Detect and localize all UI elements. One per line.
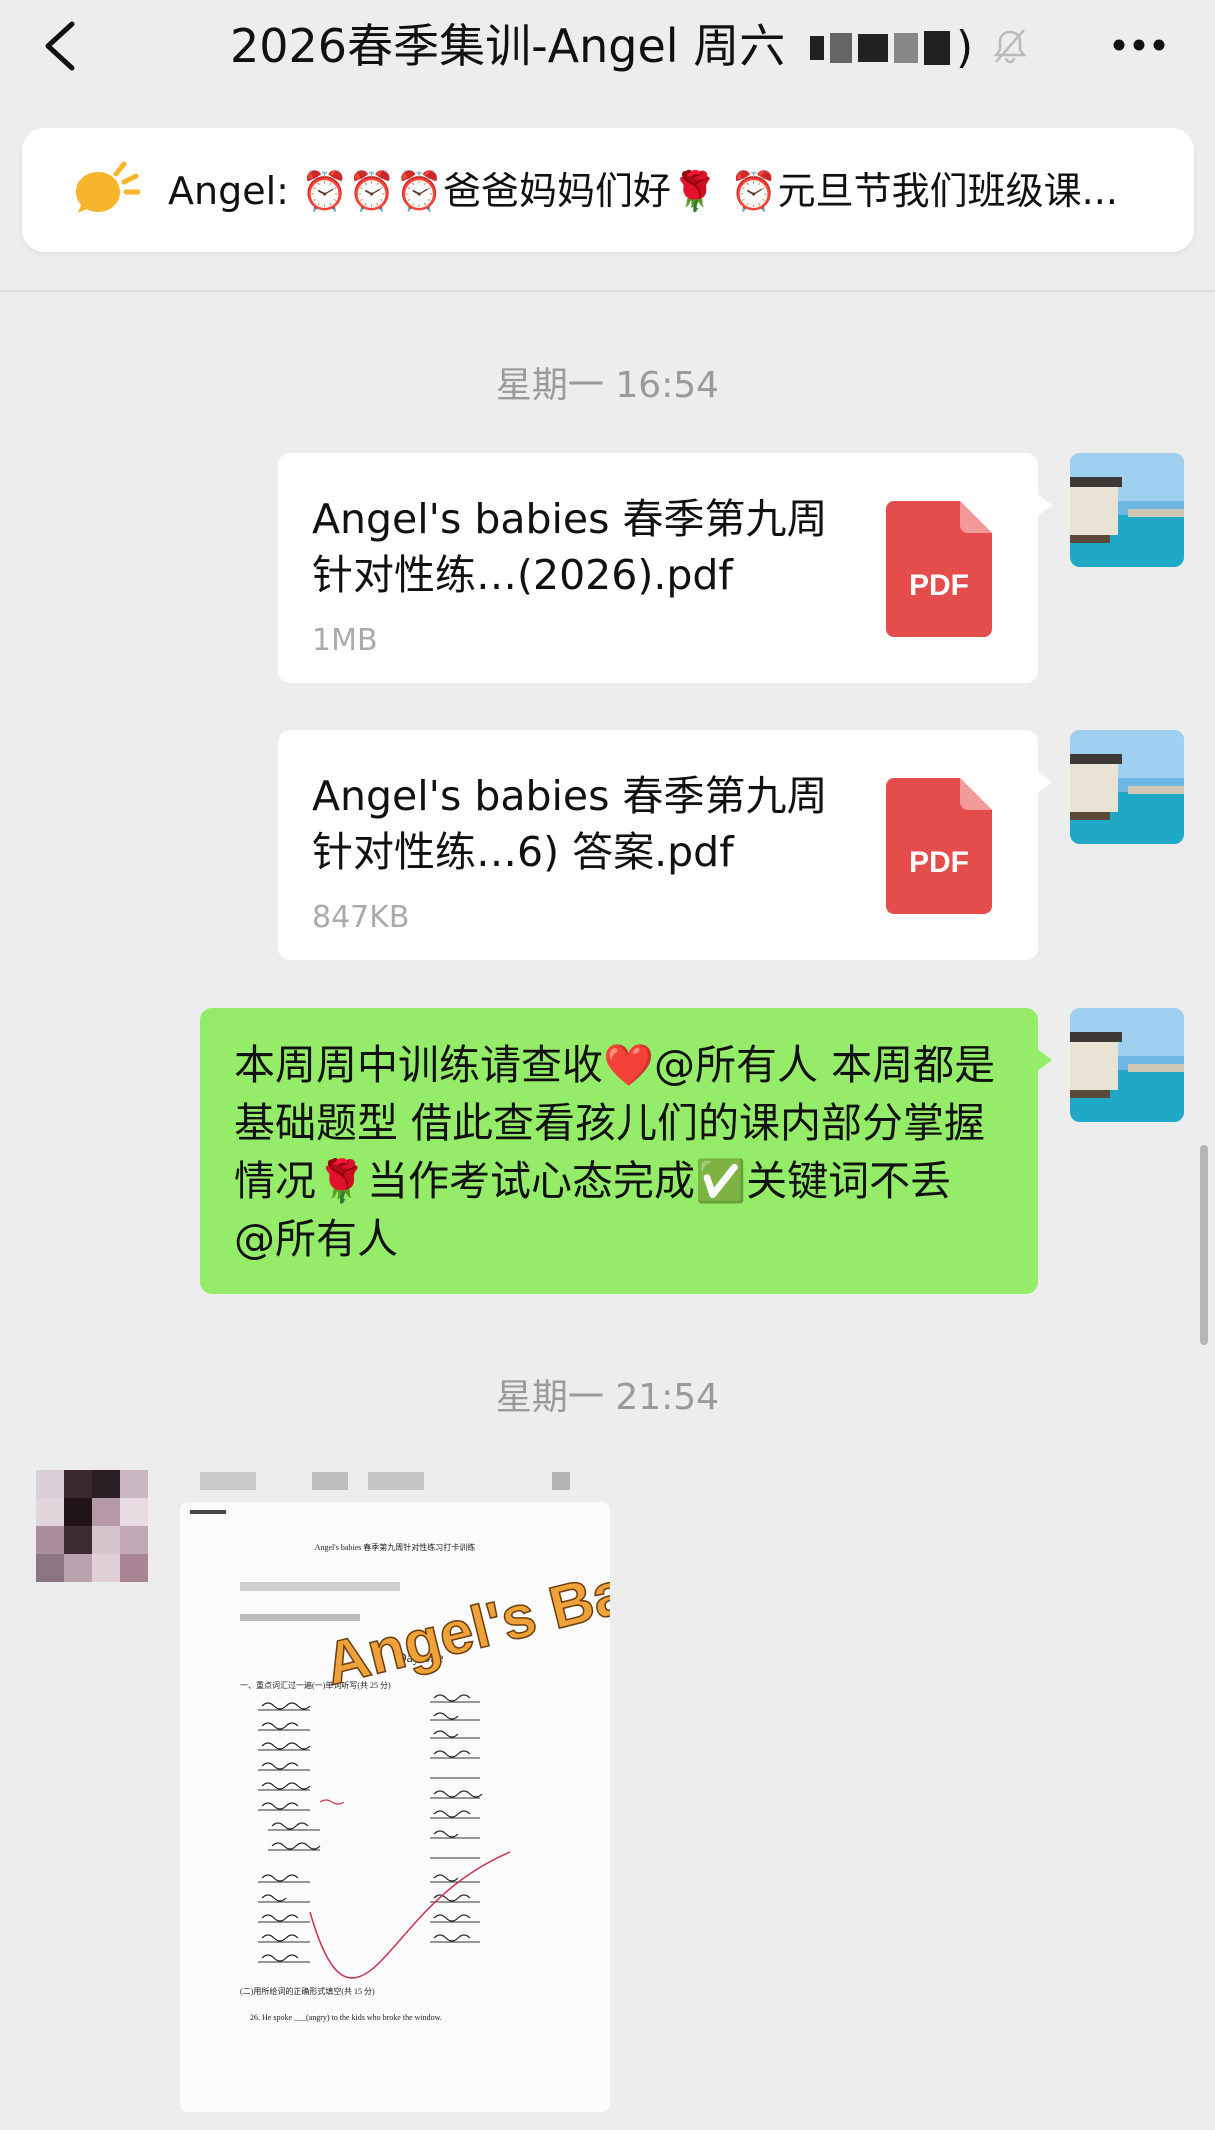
announcement-icon bbox=[76, 161, 141, 213]
file-message[interactable]: Angel's babies 春季第九周针对性练…6) 答案.pdf 847KB… bbox=[278, 730, 1052, 960]
doc-header: Angel's babies 春季第九周针对性练习打卡训练 bbox=[315, 1542, 476, 1552]
avatar-image bbox=[1070, 730, 1184, 844]
pdf-label: PDF bbox=[909, 569, 969, 602]
file-size: 847KB bbox=[312, 900, 410, 935]
avatar[interactable] bbox=[1070, 453, 1184, 567]
sender-name-redacted bbox=[200, 1472, 570, 1490]
image-message[interactable]: Angel's babies 春季第九周针对性练习打卡训练 Day one 一、… bbox=[180, 1502, 610, 2112]
timestamp: 星期一 21:54 bbox=[495, 1377, 720, 1418]
file-name: Angel's babies 春季第九周针对性练…6) 答案.pdf bbox=[312, 772, 828, 876]
title-tail: ) bbox=[956, 22, 974, 73]
pinned-announcement[interactable]: Angel: ⏰⏰⏰爸爸妈妈们好🌹 ⏰元旦节我们班级课... bbox=[22, 128, 1194, 252]
pdf-file-icon: PDF bbox=[886, 501, 992, 637]
pinned-text: Angel: ⏰⏰⏰爸爸妈妈们好🌹 ⏰元旦节我们班级课... bbox=[168, 169, 1118, 213]
header-divider bbox=[0, 290, 1215, 292]
file-size: 1MB bbox=[312, 623, 378, 658]
title-redacted-block: ) bbox=[810, 22, 980, 73]
message-text: 本周周中训练请查收❤️@所有人 本周都是基础题型 借此查看孩儿们的课内部分掌握情… bbox=[234, 1041, 996, 1263]
text-message[interactable]: 本周周中训练请查收❤️@所有人 本周都是基础题型 借此查看孩儿们的课内部分掌握情… bbox=[200, 1008, 1052, 1294]
avatar-image bbox=[1070, 453, 1184, 567]
back-icon[interactable] bbox=[38, 18, 82, 74]
avatar-image bbox=[36, 1470, 148, 1582]
doc-sentence: 26. He spoke ___(angry) to the kids who … bbox=[250, 2013, 442, 2022]
avatar[interactable] bbox=[1070, 730, 1184, 844]
file-name: Angel's babies 春季第九周针对性练…(2026).pdf bbox=[312, 495, 828, 599]
scrollbar[interactable] bbox=[1200, 1145, 1208, 1345]
worksheet-photo: Angel's babies 春季第九周针对性练习打卡训练 Day one 一、… bbox=[180, 1502, 610, 2112]
doc-section-2: (二)用所给词的正确形式填空(共 15 分) bbox=[240, 1986, 375, 1996]
pdf-file-icon: PDF bbox=[886, 778, 992, 914]
timestamp: 星期一 16:54 bbox=[495, 365, 720, 406]
chat-header: 2026春季集训-Angel 周六 ) bbox=[0, 0, 1215, 120]
avatar[interactable] bbox=[1070, 1008, 1184, 1122]
sender-avatar-blurred[interactable] bbox=[36, 1470, 148, 1582]
more-icon[interactable] bbox=[1112, 38, 1166, 52]
avatar-image bbox=[1070, 1008, 1184, 1122]
file-message[interactable]: Angel's babies 春季第九周针对性练…(2026).pdf 1MB … bbox=[278, 453, 1052, 683]
pdf-label: PDF bbox=[909, 846, 969, 879]
mute-icon bbox=[993, 29, 1027, 64]
chat-title-text: 2026春季集训-Angel 周六 bbox=[230, 19, 786, 73]
